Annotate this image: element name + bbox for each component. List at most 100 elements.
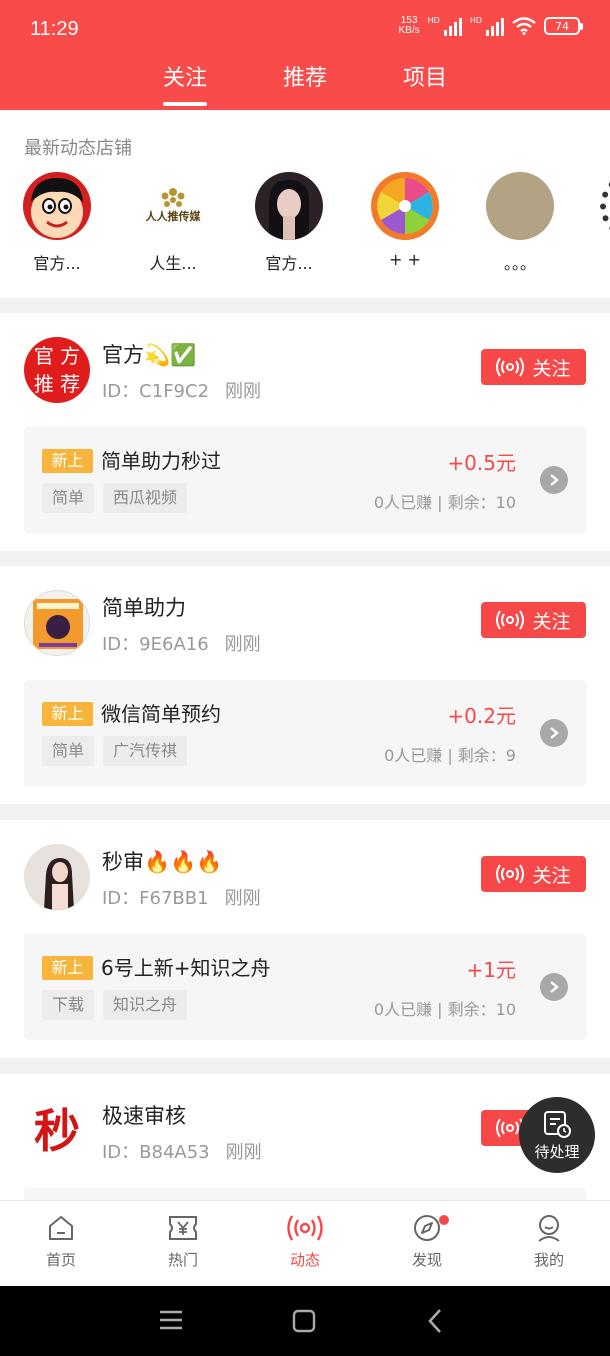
store-id: ID：F67BB1 (102, 888, 209, 909)
tab-follow[interactable]: 关注 (145, 60, 225, 106)
hd-label: HD (427, 16, 440, 25)
store-avatar (24, 590, 90, 656)
nav-label: 热门 (167, 1251, 198, 1269)
tab-recommend[interactable]: 推荐 (265, 60, 345, 92)
tab-projects[interactable]: 项目 (385, 60, 465, 92)
post-time: 刚刚 (224, 634, 261, 655)
store-id: ID：9E6A16 (102, 634, 209, 655)
post-time: 刚刚 (224, 888, 261, 909)
store-name: 人生... (149, 254, 197, 273)
task-title: 微信简单预约 (101, 702, 221, 726)
bottom-navigation: 首页 热门 动态 发现 我的 (0, 1200, 610, 1286)
app-header: 11:29 153 KB/s HD HD 74 关注 推荐 项目 (0, 0, 610, 110)
top-tabs: 关注 推荐 项目 (0, 56, 610, 110)
hd-label-2: HD (469, 16, 482, 25)
nav-profile[interactable]: 我的 (509, 1213, 589, 1270)
follow-label: 关注 (532, 864, 571, 887)
notification-dot (439, 1215, 449, 1225)
follow-button[interactable]: 关注 (481, 602, 586, 638)
task-item[interactable]: 新上 简单助力秒过 +0.5元 简单 西瓜视频 0人已赚 | 剩余：10 (24, 427, 586, 533)
task-stats: 0人已赚 | 剩余：10 (373, 1000, 516, 1019)
store-avatar (371, 172, 439, 240)
new-badge: 新上 (42, 956, 93, 980)
chevron-right-icon[interactable] (540, 973, 568, 1001)
broadcast-icon (287, 1215, 323, 1241)
post-time: 刚刚 (225, 1142, 262, 1163)
store-avatar (600, 172, 610, 240)
store-avatar: 人人推传媒 (139, 172, 207, 240)
nav-hot[interactable]: 热门 (143, 1213, 223, 1270)
avatar-text: 官 方 (33, 344, 81, 368)
avatar-text: 推 荐 (33, 372, 81, 396)
system-navigation-bar (0, 1286, 610, 1356)
store-logo-text: 人人推传媒 (145, 210, 201, 223)
store-card[interactable]: 简单助力 ID：9E6A16 刚刚 关注 新上 微信简单预约 +0.2元 简单 广… (0, 566, 610, 804)
chevron-right-icon[interactable] (540, 719, 568, 747)
status-bar: 11:29 153 KB/s HD HD 74 (0, 0, 610, 60)
nav-discover[interactable]: 发现 (387, 1213, 467, 1270)
store-name: + + (389, 250, 421, 269)
store-item[interactable]: 官方... (2, 172, 112, 274)
broadcast-icon (496, 610, 525, 630)
signal-icon-2: HD (470, 16, 504, 36)
store-name: 。。。 (503, 254, 536, 273)
store-name: 极速审核 (102, 1104, 186, 1128)
task-item[interactable]: 新上 6号上新+知识之舟 +1元 下载 知识之舟 0人已赚 | 剩余：10 (24, 934, 586, 1040)
new-badge: 新上 (42, 449, 93, 473)
store-name: 简单助力 (102, 596, 186, 620)
task-tag: 简单 (42, 736, 95, 766)
task-tag: 知识之舟 (103, 990, 188, 1020)
follow-button[interactable]: 关注 (481, 349, 586, 385)
net-speed: 153 KB/s (399, 16, 420, 36)
task-item[interactable]: 新上 微信简单预约 +0.2元 简单 广汽传祺 0人已赚 | 剩余：9 (24, 680, 586, 786)
store-card[interactable]: 官 方 推 荐 官方💫✅ ID：C1F9C2 刚刚 关注 新上 简单助力秒过 +0… (0, 313, 610, 551)
nav-home[interactable]: 首页 (21, 1213, 101, 1270)
task-reward: +0.2元 (447, 704, 516, 728)
store-avatar (486, 172, 554, 240)
wifi-icon (512, 17, 536, 35)
nav-label: 首页 (45, 1251, 76, 1269)
store-name: 官方... (33, 254, 81, 273)
pending-button[interactable]: 待处理 (519, 1097, 595, 1173)
store-item[interactable]: 人人推传媒 人生... (118, 172, 228, 274)
store-item-partial[interactable] (580, 172, 610, 240)
follow-button[interactable]: 关注 (481, 856, 586, 892)
signal-icon: HD (428, 16, 462, 36)
task-item-partial (24, 1188, 586, 1200)
battery-icon: 74 (544, 17, 583, 35)
follow-label: 关注 (532, 610, 571, 633)
broadcast-icon (496, 864, 525, 884)
store-id-line: ID：C1F9C2 刚刚 (102, 377, 261, 403)
chevron-right-icon[interactable] (540, 466, 568, 494)
store-item[interactable]: + + (350, 172, 460, 269)
broadcast-icon (496, 357, 525, 377)
home-icon (49, 1216, 73, 1240)
store-name: 官方💫✅ (102, 343, 197, 367)
task-reward: +1元 (466, 958, 516, 982)
task-tag: 下载 (42, 990, 95, 1020)
store-name: 秒审🔥🔥🔥 (102, 850, 223, 874)
store-card[interactable]: 秒审🔥🔥🔥 ID：F67BB1 刚刚 关注 新上 6号上新+知识之舟 +1元 下载… (0, 820, 610, 1058)
task-reward: +0.5元 (447, 451, 516, 475)
task-stats: 0人已赚 | 剩余：10 (373, 493, 516, 512)
status-time: 11:29 (30, 18, 79, 40)
store-id-line: ID：9E6A16 刚刚 (102, 630, 261, 656)
nav-feed[interactable]: 动态 (265, 1213, 345, 1270)
back-icon[interactable] (427, 1308, 443, 1334)
store-item[interactable]: 官方... (234, 172, 344, 274)
follow-label: 关注 (532, 357, 571, 380)
nav-label: 我的 (533, 1251, 564, 1269)
store-avatar: 官 方 推 荐 (24, 337, 90, 403)
post-time: 刚刚 (225, 381, 262, 402)
yen-ticket-icon (169, 1216, 197, 1240)
section-title: 最新动态店铺 (24, 138, 132, 159)
status-icons: 153 KB/s HD HD 74 (399, 16, 583, 36)
menu-icon[interactable] (159, 1309, 183, 1331)
store-avatar (23, 172, 91, 240)
store-avatar (255, 172, 323, 240)
home-square-icon[interactable] (292, 1309, 316, 1333)
task-tag: 广汽传祺 (103, 736, 188, 766)
store-name: 官方... (265, 254, 313, 273)
new-badge: 新上 (42, 702, 93, 726)
store-item[interactable]: 。。。 (465, 172, 575, 274)
